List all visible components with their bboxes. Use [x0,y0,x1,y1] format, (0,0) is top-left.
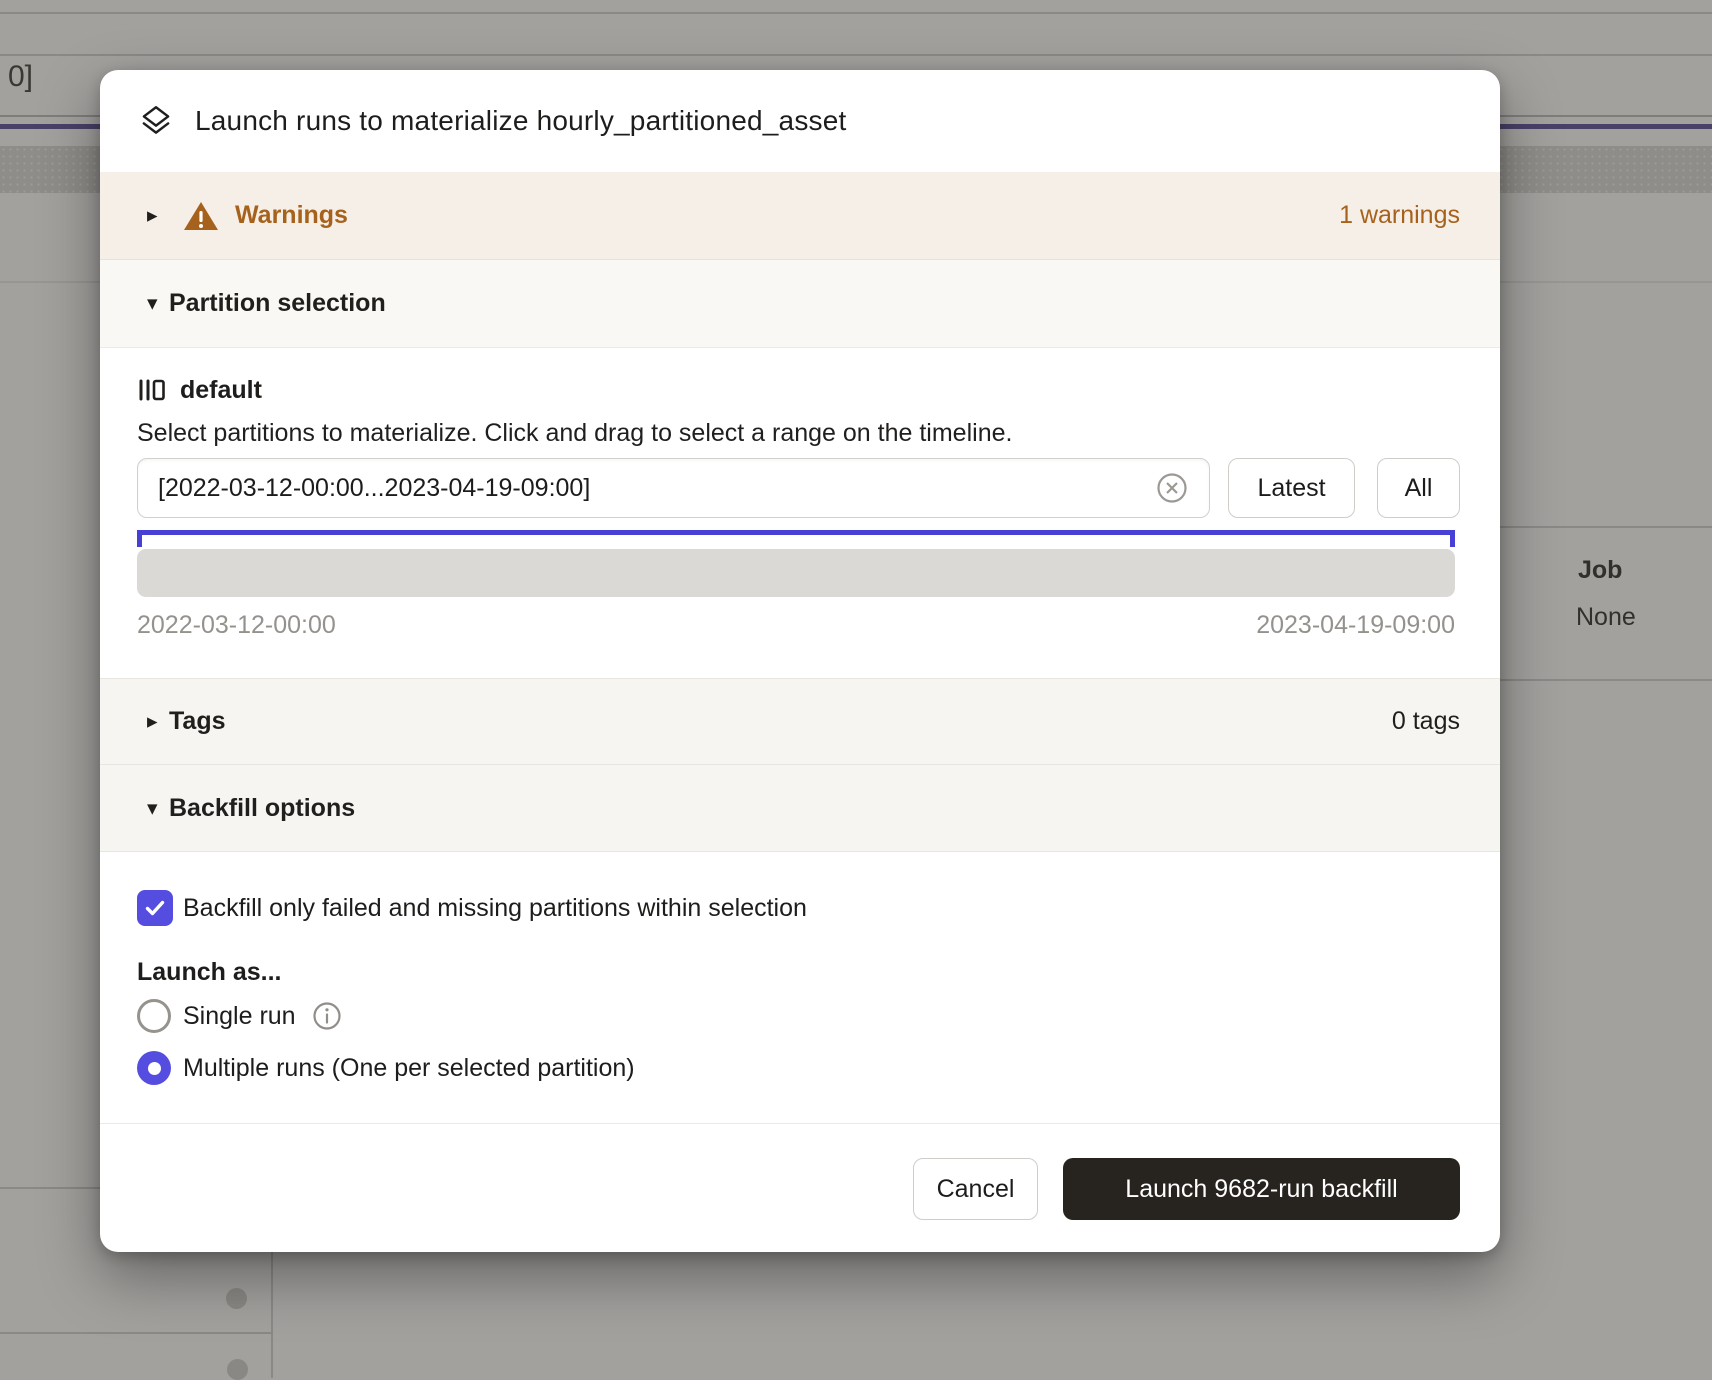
chevron-right-icon: ▸ [147,709,169,734]
background-job-column-value: None [1576,603,1636,632]
dialog-title: Launch runs to materialize hourly_partit… [195,105,846,137]
latest-button[interactable]: Latest [1228,458,1355,518]
all-button[interactable]: All [1377,458,1460,518]
single-run-label[interactable]: Single run [183,1002,296,1031]
partition-selection-section-header[interactable]: ▾ Partition selection [100,260,1500,348]
partition-dimension-row: default [137,375,262,405]
partition-selection-range-indicator [137,530,1455,535]
warnings-section-header[interactable]: ▸ Warnings 1 warnings [100,172,1500,260]
warnings-count-badge: 1 warnings [1339,201,1460,230]
materialize-layers-icon [137,102,175,140]
partition-help-text: Select partitions to materialize. Click … [137,419,1012,448]
cancel-button[interactable]: Cancel [913,1158,1038,1220]
partition-dimension-icon [137,375,167,405]
timeline-start-label: 2022-03-12-00:00 [137,611,336,640]
launch-backfill-dialog: Launch runs to materialize hourly_partit… [100,70,1500,1252]
footer-divider [100,1123,1500,1124]
background-row-divider [0,54,1712,56]
tags-section-header[interactable]: ▸ Tags 0 tags [100,678,1500,765]
chevron-down-icon: ▾ [147,291,169,316]
background-job-column-header: Job [1578,556,1622,585]
tags-count-badge: 0 tags [1392,707,1460,736]
range-end-tick [1450,530,1455,547]
info-icon[interactable] [312,1001,342,1031]
background-row-divider [0,12,1712,14]
warnings-label: Warnings [235,201,348,230]
single-run-option: Single run [137,998,342,1034]
chevron-down-icon: ▾ [147,796,169,821]
chevron-right-icon: ▸ [147,203,169,228]
partition-health-timeline[interactable] [137,549,1455,597]
timeline-end-label: 2023-04-19-09:00 [1256,611,1455,640]
clear-selection-icon[interactable] [1156,472,1188,504]
launch-backfill-button[interactable]: Launch 9682-run backfill [1063,1158,1460,1220]
backfill-only-failed-label[interactable]: Backfill only failed and missing partiti… [183,894,807,923]
multiple-runs-label[interactable]: Multiple runs (One per selected partitio… [183,1054,635,1083]
multiple-runs-radio[interactable] [137,1051,171,1085]
backfill-only-failed-row: Backfill only failed and missing partiti… [137,890,807,926]
background-status-dot [226,1288,247,1309]
backfill-only-failed-checkbox[interactable] [137,890,173,926]
dialog-header: Launch runs to materialize hourly_partit… [100,70,1500,172]
background-partial-input-text: 0] [8,60,33,94]
backfill-options-section-header[interactable]: ▾ Backfill options [100,765,1500,852]
tags-label: Tags [169,707,226,736]
background-row-divider [0,1332,271,1334]
background-row-divider [1500,679,1712,681]
single-run-radio[interactable] [137,999,171,1033]
range-start-tick [137,530,142,547]
warning-triangle-icon [183,200,219,232]
launch-as-label: Launch as... [137,958,281,987]
partition-range-input[interactable] [137,458,1210,518]
background-status-dot [227,1359,248,1380]
multiple-runs-option: Multiple runs (One per selected partitio… [137,1050,635,1086]
backfill-options-label: Backfill options [169,794,355,823]
partition-selection-label: Partition selection [169,289,386,318]
background-row-divider [1500,526,1712,528]
partition-dimension-name: default [180,376,262,405]
